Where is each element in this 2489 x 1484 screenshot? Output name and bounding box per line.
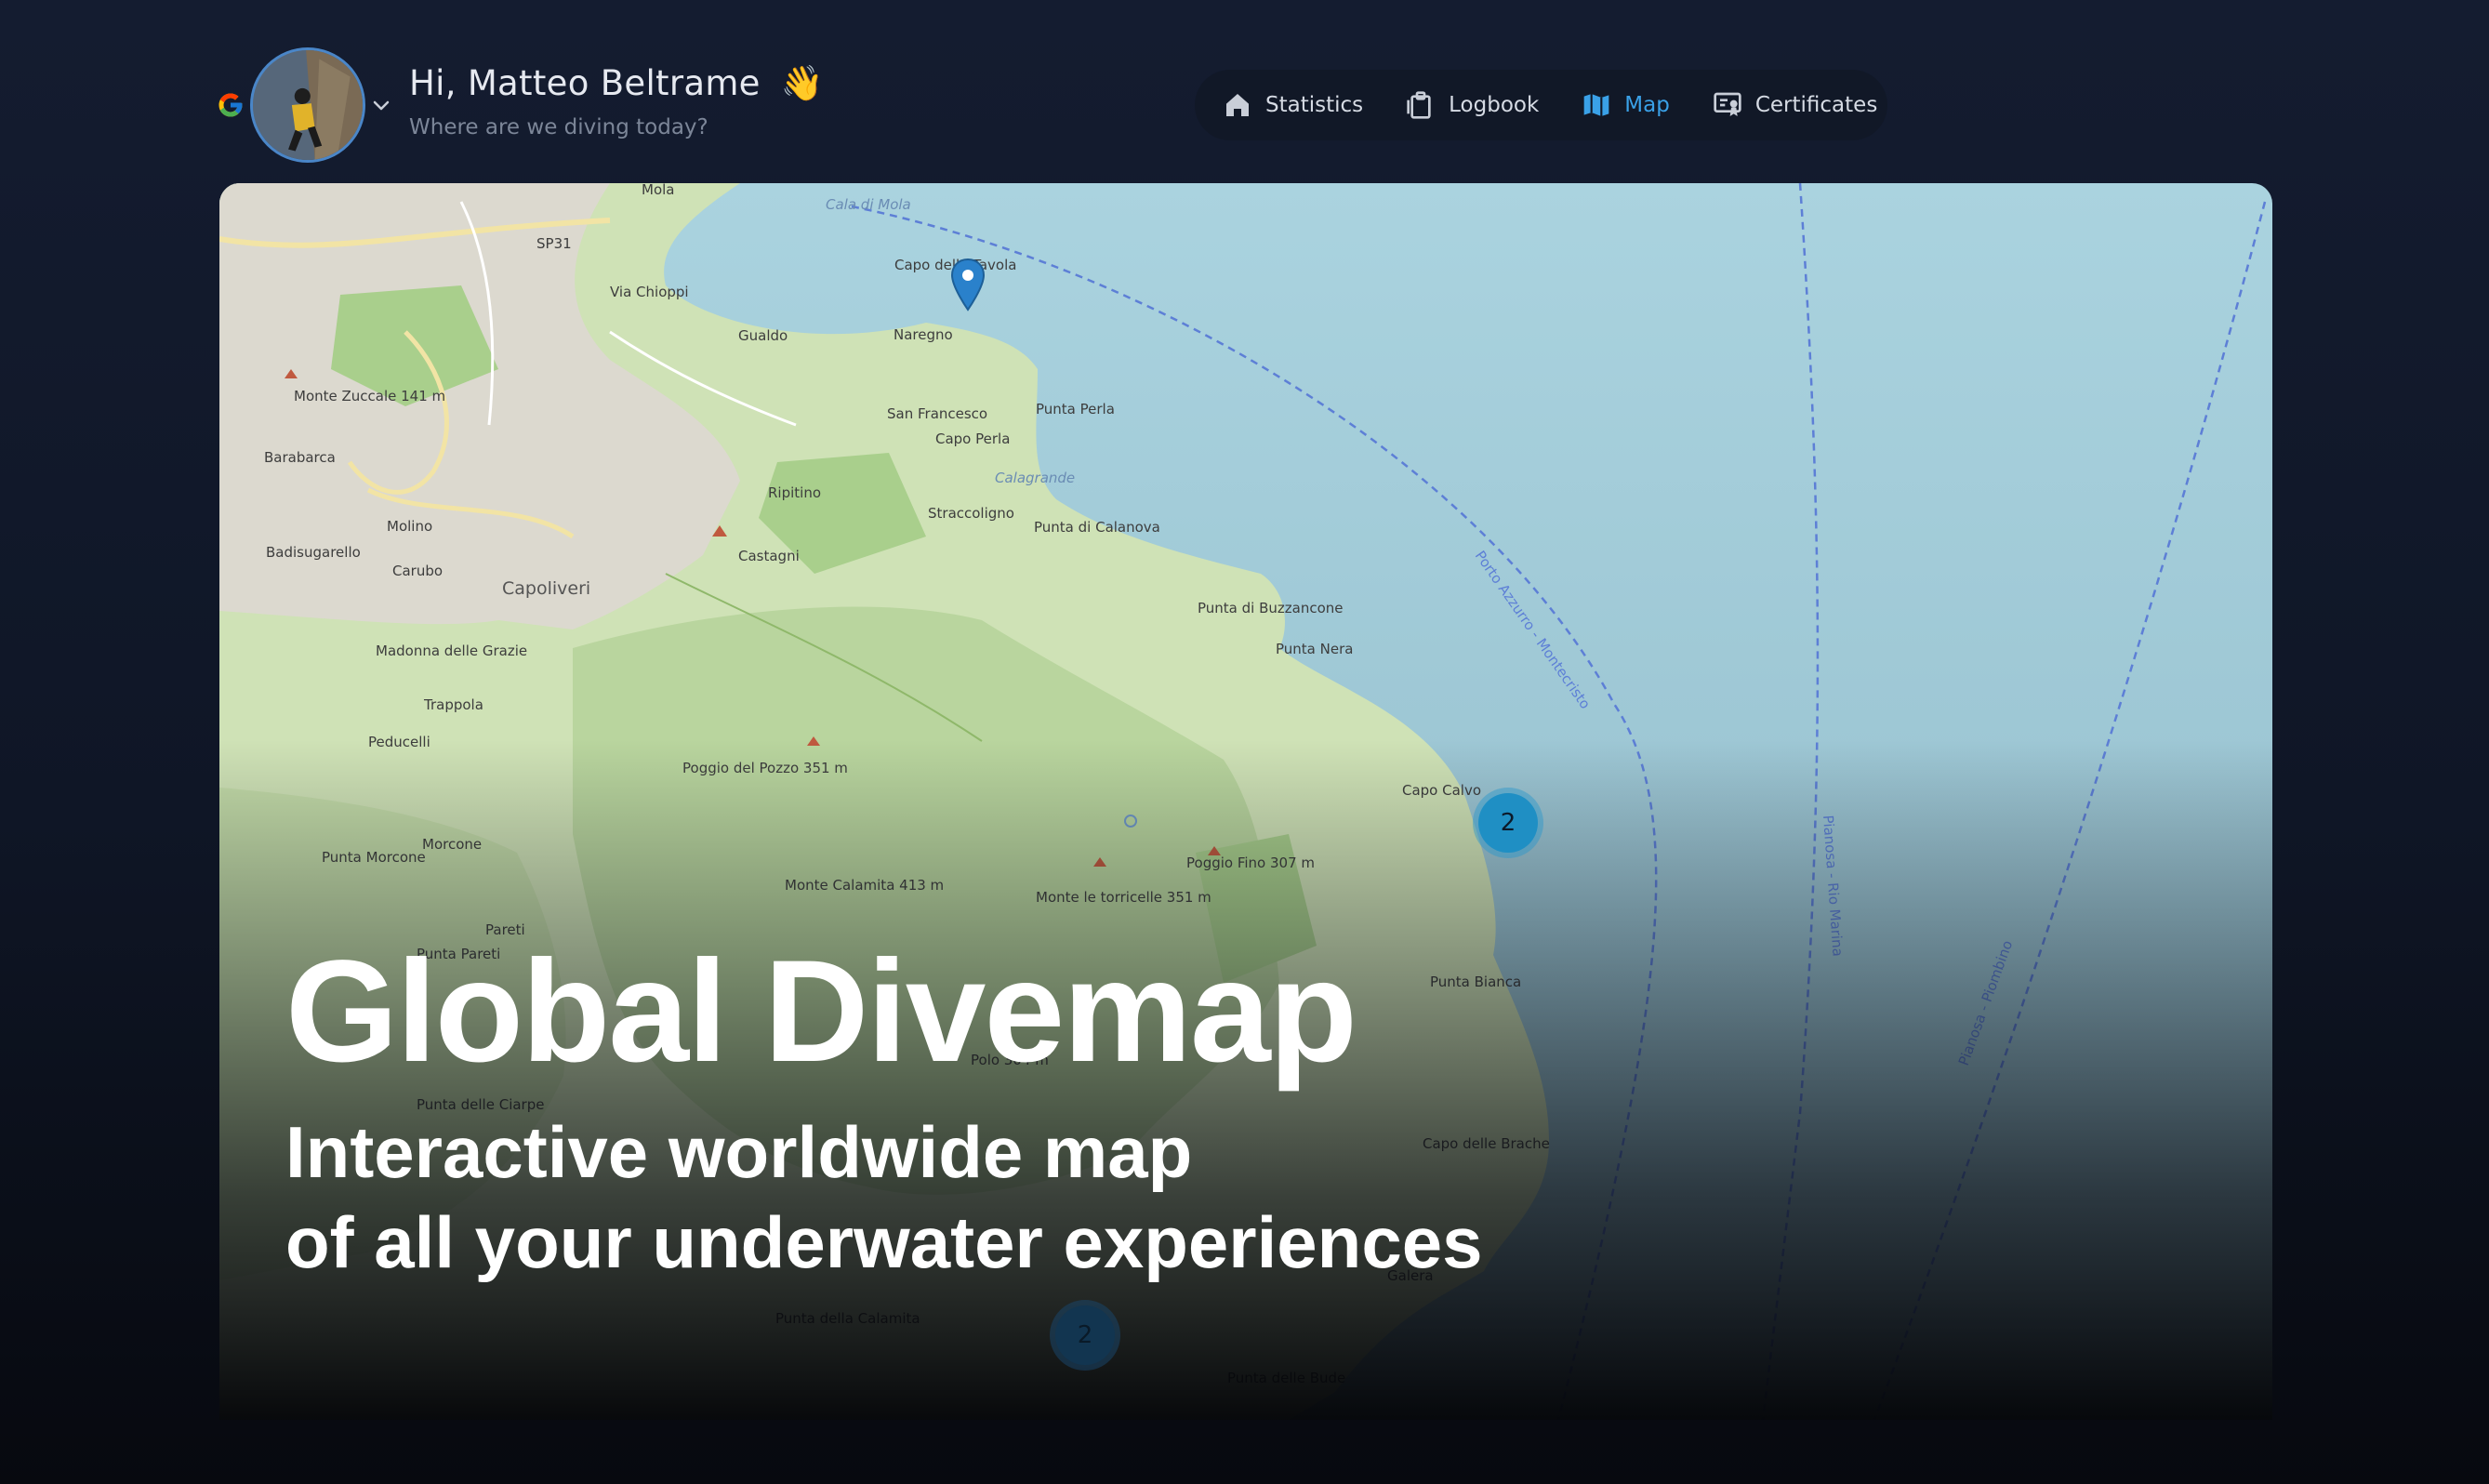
- map-label-punta-bianca: Punta Bianca: [1430, 974, 1521, 990]
- map-label-capo-brache: Capo delle Brache: [1423, 1135, 1550, 1152]
- map-label-straccoligno: Straccoligno: [928, 505, 1014, 522]
- map-label-gualdo: Gualdo: [738, 327, 788, 344]
- map-label-punta-calamita: Punta della Calamita: [775, 1310, 920, 1327]
- map-label-naregno: Naregno: [894, 326, 953, 343]
- nav-item-logbook[interactable]: Logbook: [1406, 90, 1539, 120]
- nav-item-map[interactable]: Map: [1582, 90, 1670, 120]
- map-label-punta-nera: Punta Nera: [1276, 641, 1353, 657]
- nav-label-logbook: Logbook: [1449, 93, 1540, 117]
- cluster-count: 2: [1077, 1321, 1093, 1349]
- map-label-punta-morcone: Punta Morcone: [322, 849, 426, 866]
- map-label-capo-perla: Capo Perla: [935, 431, 1010, 447]
- map-label-monte-zuccale: Monte Zuccale 141 m: [294, 388, 445, 404]
- hero-subtitle-line-2: of all your underwater experiences: [285, 1201, 1483, 1283]
- nav-label-certificates: Certificates: [1754, 93, 1878, 117]
- cluster-count: 2: [1500, 809, 1516, 837]
- home-icon: [1226, 94, 1249, 116]
- greeting-text: Hi, Matteo Beltrame: [409, 63, 761, 103]
- map-label-punta-bude: Punta delle Bude: [1227, 1370, 1345, 1386]
- map-icon: [1583, 94, 1609, 116]
- hero-title: Global Divemap: [285, 931, 1357, 1093]
- main-nav: Statistics Logbook Map Certificates: [1195, 70, 1887, 140]
- map-label-sp31: SP31: [536, 235, 572, 252]
- map-label-barabarca: Barabarca: [264, 449, 336, 466]
- map-label-punta-calanova: Punta di Calanova: [1034, 519, 1160, 536]
- certificate-icon: [1714, 92, 1741, 116]
- clipboard-icon: [1407, 91, 1431, 119]
- map-label-capoliveri: Capoliveri: [502, 578, 590, 599]
- map-label-peducelli: Peducelli: [368, 734, 430, 750]
- map-label-monte-calamita: Monte Calamita 413 m: [785, 877, 944, 894]
- map-label-badisugarello: Badisugarello: [266, 544, 361, 561]
- map-label-molino: Molino: [387, 518, 432, 535]
- map-cluster[interactable]: 2: [1478, 793, 1538, 853]
- map-label-punta-buzzancone: Punta di Buzzancone: [1198, 600, 1344, 616]
- map-label-poggio-fino: Poggio Fino 307 m: [1186, 855, 1315, 871]
- map-label-monte-torricelle: Monte le torricelle 351 m: [1036, 889, 1211, 906]
- map-label-ripitino: Ripitino: [768, 484, 821, 501]
- map-pin-icon[interactable]: [949, 258, 986, 313]
- map-label-punta-perla: Punta Perla: [1036, 401, 1115, 417]
- greeting-subtitle: Where are we diving today?: [409, 115, 708, 139]
- google-icon: [218, 93, 243, 117]
- map-label-trappola: Trappola: [423, 696, 483, 713]
- map-label-calagrande: Calagrande: [995, 470, 1075, 486]
- map-cluster[interactable]: 2: [1055, 1305, 1115, 1365]
- user-avatar[interactable]: [250, 47, 365, 163]
- map-label-carubo: Carubo: [392, 563, 443, 579]
- greeting: Hi, Matteo Beltrame 👋: [409, 63, 824, 104]
- nav-item-certificates[interactable]: Certificates: [1713, 90, 1877, 120]
- map-label-capo-calvo: Capo Calvo: [1402, 782, 1481, 799]
- map-label-morcone: Morcone: [422, 836, 482, 853]
- nav-label-map: Map: [1624, 93, 1670, 117]
- map-label-madonna-grazie: Madonna delle Grazie: [376, 643, 527, 659]
- map-label-via-chioppi: Via Chioppi: [610, 284, 689, 300]
- map-label-poggio-pozzo: Poggio del Pozzo 351 m: [682, 760, 848, 776]
- chevron-down-icon[interactable]: [370, 94, 392, 116]
- map-label-molo: Mola: [642, 183, 674, 198]
- map-label-san-francesco: San Francesco: [887, 405, 987, 422]
- wave-icon: 👋: [780, 63, 825, 103]
- hero-subtitle-line-1: Interactive worldwide map: [285, 1111, 1193, 1193]
- map-label-cala-di-mola: Cala di Mola: [826, 196, 911, 213]
- nav-label-statistics: Statistics: [1265, 93, 1364, 117]
- avatar-photo: [253, 50, 363, 160]
- map-label-castagni: Castagni: [738, 548, 800, 564]
- nav-item-statistics[interactable]: Statistics: [1223, 90, 1363, 120]
